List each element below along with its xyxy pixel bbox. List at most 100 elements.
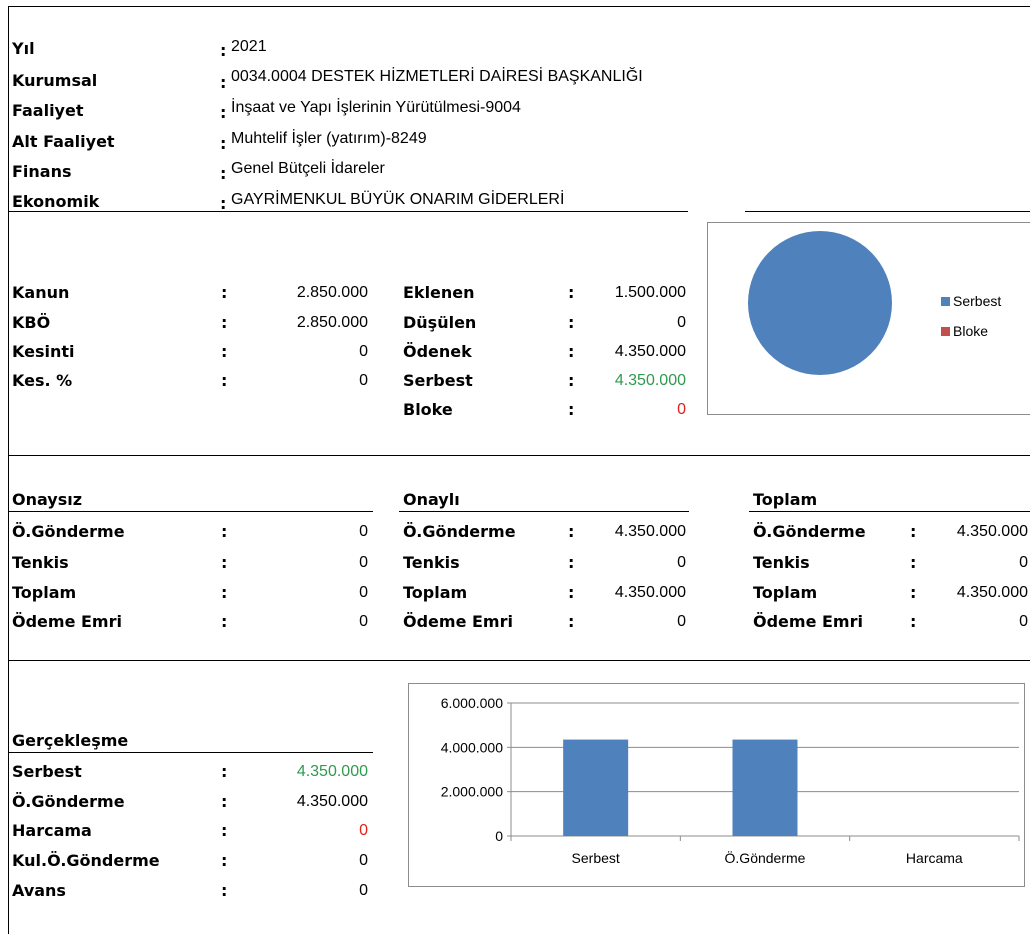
row-value: 0 — [359, 882, 368, 899]
colon: : — [568, 283, 575, 302]
colon: : — [221, 612, 228, 631]
colon: : — [221, 821, 228, 840]
row-label: Ödeme Emri — [753, 612, 863, 631]
colon: : — [568, 400, 575, 419]
budget-value: 1.500.000 — [614, 284, 686, 301]
legend-item-bloke: Bloke — [941, 323, 988, 339]
legend-swatch — [941, 327, 950, 336]
colon: : — [221, 583, 228, 602]
info-value-yil: 2021 — [231, 38, 267, 55]
row-label: Tenkis — [12, 553, 69, 572]
section-title-toplam: Toplam — [753, 490, 818, 509]
divider — [8, 455, 1030, 456]
row-label: Ö.Gönderme — [753, 522, 866, 541]
budget-value: 0 — [359, 343, 368, 360]
section-underline — [8, 511, 373, 512]
budget-label: Kesinti — [12, 342, 75, 361]
y-tick-label: 6.000.000 — [441, 695, 503, 711]
budget-label: Düşülen — [403, 313, 477, 332]
legend-item-serbest: Serbest — [941, 293, 1001, 309]
info-label-finans: Finans — [12, 162, 72, 181]
row-label: Ödeme Emri — [403, 612, 513, 631]
colon: : — [910, 583, 917, 602]
budget-label: Bloke — [403, 400, 453, 419]
budget-label: Kes. % — [12, 371, 73, 390]
colon: : — [568, 371, 575, 390]
x-tick-label: Harcama — [906, 850, 963, 866]
budget-value: 2.850.000 — [296, 284, 368, 301]
section-title-gerceklesme: Gerçekleşme — [12, 731, 129, 750]
row-value: 0 — [359, 613, 368, 630]
info-colon: : — [220, 134, 227, 153]
budget-label: Ödenek — [403, 342, 472, 361]
row-label: Tenkis — [753, 553, 810, 572]
divider — [8, 660, 1030, 661]
pie-chart: Serbest Bloke — [707, 222, 1030, 415]
row-value-harcama: 0 — [359, 822, 368, 839]
row-label: Serbest — [12, 762, 82, 781]
colon: : — [221, 283, 228, 302]
divider — [745, 211, 1030, 212]
info-colon: : — [220, 41, 227, 60]
row-value: 4.350.000 — [956, 523, 1028, 540]
row-label: Kul.Ö.Gönderme — [12, 851, 160, 870]
budget-value: 2.850.000 — [296, 314, 368, 331]
divider — [8, 211, 688, 212]
colon: : — [568, 583, 575, 602]
info-value-faaliyet: İnşaat ve Yapı İşlerinin Yürütülmesi-900… — [231, 99, 521, 116]
colon: : — [221, 522, 228, 541]
row-value: 4.350.000 — [296, 793, 368, 810]
info-label-ekonomik: Ekonomik — [12, 192, 100, 211]
bar-ö-gönderme — [732, 739, 798, 836]
colon: : — [568, 342, 575, 361]
info-label-alt-faaliyet: Alt Faaliyet — [12, 132, 115, 151]
info-label-faaliyet: Faaliyet — [12, 101, 84, 120]
bar-serbest — [563, 739, 629, 836]
info-value-finans: Genel Bütçeli İdareler — [231, 160, 385, 177]
section-title-onayli: Onaylı — [403, 490, 460, 509]
row-value: 0 — [677, 613, 686, 630]
colon: : — [221, 881, 228, 900]
row-label: Toplam — [753, 583, 818, 602]
pie-chart-svg — [748, 231, 892, 375]
info-value-ekonomik: GAYRİMENKUL BÜYÜK ONARIM GİDERLERİ — [231, 191, 565, 208]
info-label-kurumsal: Kurumsal — [12, 71, 98, 90]
legend-label: Bloke — [953, 323, 989, 339]
pie-slice-serbest — [748, 231, 892, 375]
budget-value-serbest: 4.350.000 — [614, 372, 686, 389]
row-label: Toplam — [403, 583, 468, 602]
row-value: 0 — [1019, 554, 1028, 571]
row-label: Tenkis — [403, 553, 460, 572]
row-value: 4.350.000 — [614, 523, 686, 540]
info-colon: : — [220, 103, 227, 122]
budget-label: Eklenen — [403, 283, 475, 302]
colon: : — [221, 553, 228, 572]
section-underline — [749, 511, 1030, 512]
budget-value: 4.350.000 — [614, 343, 686, 360]
colon: : — [221, 851, 228, 870]
row-value: 0 — [1019, 613, 1028, 630]
info-colon: : — [220, 73, 227, 92]
row-value: 0 — [677, 554, 686, 571]
row-value-serbest: 4.350.000 — [296, 763, 368, 780]
budget-label: KBÖ — [12, 313, 51, 332]
colon: : — [568, 612, 575, 631]
bar-chart: 0 2.000.000 4.000.000 6.000.000 Serbest Ö.Gön… — [408, 683, 1025, 887]
colon: : — [910, 522, 917, 541]
row-label: Harcama — [12, 821, 92, 840]
colon: : — [221, 371, 228, 390]
row-label: Ö.Gönderme — [403, 522, 516, 541]
row-value: 4.350.000 — [614, 584, 686, 601]
colon: : — [568, 553, 575, 572]
budget-label: Serbest — [403, 371, 473, 390]
budget-value: 0 — [677, 314, 686, 331]
colon: : — [221, 792, 228, 811]
info-value-kurumsal: 0034.0004 DESTEK HİZMETLERİ DAİRESİ BAŞK… — [231, 68, 643, 85]
colon: : — [568, 522, 575, 541]
section-underline — [8, 752, 373, 753]
row-value: 0 — [359, 584, 368, 601]
colon: : — [910, 612, 917, 631]
info-colon: : — [220, 164, 227, 183]
budget-value: 0 — [359, 372, 368, 389]
info-label-yil: Yıl — [12, 39, 35, 58]
